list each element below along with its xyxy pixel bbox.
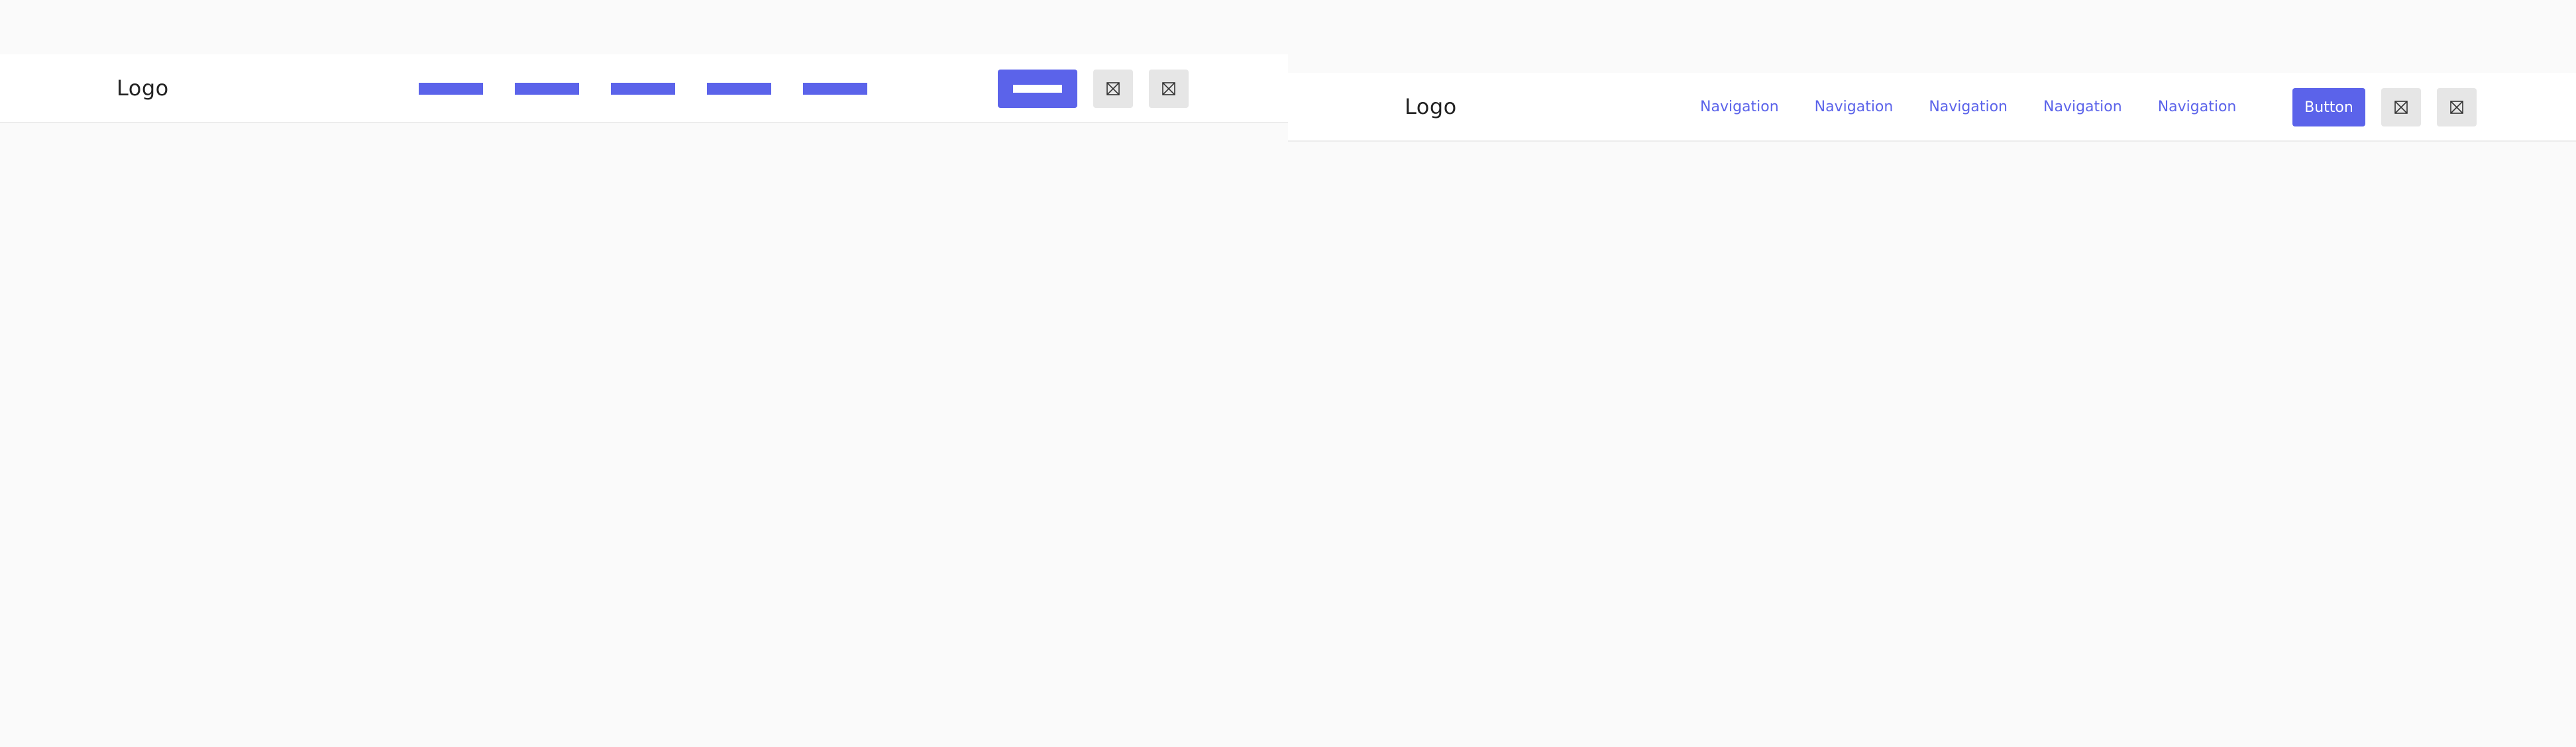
wireframe-nav-list — [419, 83, 867, 95]
icon-button[interactable] — [1149, 70, 1189, 108]
nav-item-placeholder[interactable] — [515, 83, 579, 95]
icon-button[interactable] — [2437, 88, 2477, 126]
button-placeholder[interactable] — [998, 70, 1077, 108]
nav-link[interactable]: Navigation — [2158, 99, 2237, 115]
image-placeholder-icon — [1106, 82, 1120, 95]
canvas: Logo Logo Navigation Navigation Navigati… — [0, 0, 2576, 747]
logo[interactable]: Logo — [1405, 73, 1457, 140]
nav-link[interactable]: Navigation — [2043, 99, 2122, 115]
image-placeholder-icon — [2394, 101, 2408, 114]
icon-button[interactable] — [2381, 88, 2421, 126]
nav-link[interactable]: Navigation — [1815, 99, 1894, 115]
wireframe-panel: Logo — [0, 0, 1288, 747]
detailed-panel: Logo Navigation Navigation Navigation Na… — [1288, 0, 2576, 747]
nav-list: Navigation Navigation Navigation Navigat… — [1700, 73, 2236, 140]
nav-link[interactable]: Navigation — [1700, 99, 1779, 115]
icon-button[interactable] — [1093, 70, 1133, 108]
nav-item-placeholder[interactable] — [707, 83, 771, 95]
nav-link[interactable]: Navigation — [1929, 99, 2008, 115]
nav-item-placeholder[interactable] — [611, 83, 675, 95]
image-placeholder-icon — [1162, 82, 1175, 95]
primary-button[interactable]: Button — [2292, 88, 2365, 126]
wireframe-navbar: Logo — [0, 54, 1288, 123]
detailed-navbar: Logo Navigation Navigation Navigation Na… — [1288, 73, 2576, 142]
logo[interactable]: Logo — [117, 54, 169, 122]
nav-item-placeholder[interactable] — [803, 83, 867, 95]
image-placeholder-icon — [2450, 101, 2463, 114]
nav-item-placeholder[interactable] — [419, 83, 483, 95]
button-label-placeholder — [1013, 85, 1062, 93]
